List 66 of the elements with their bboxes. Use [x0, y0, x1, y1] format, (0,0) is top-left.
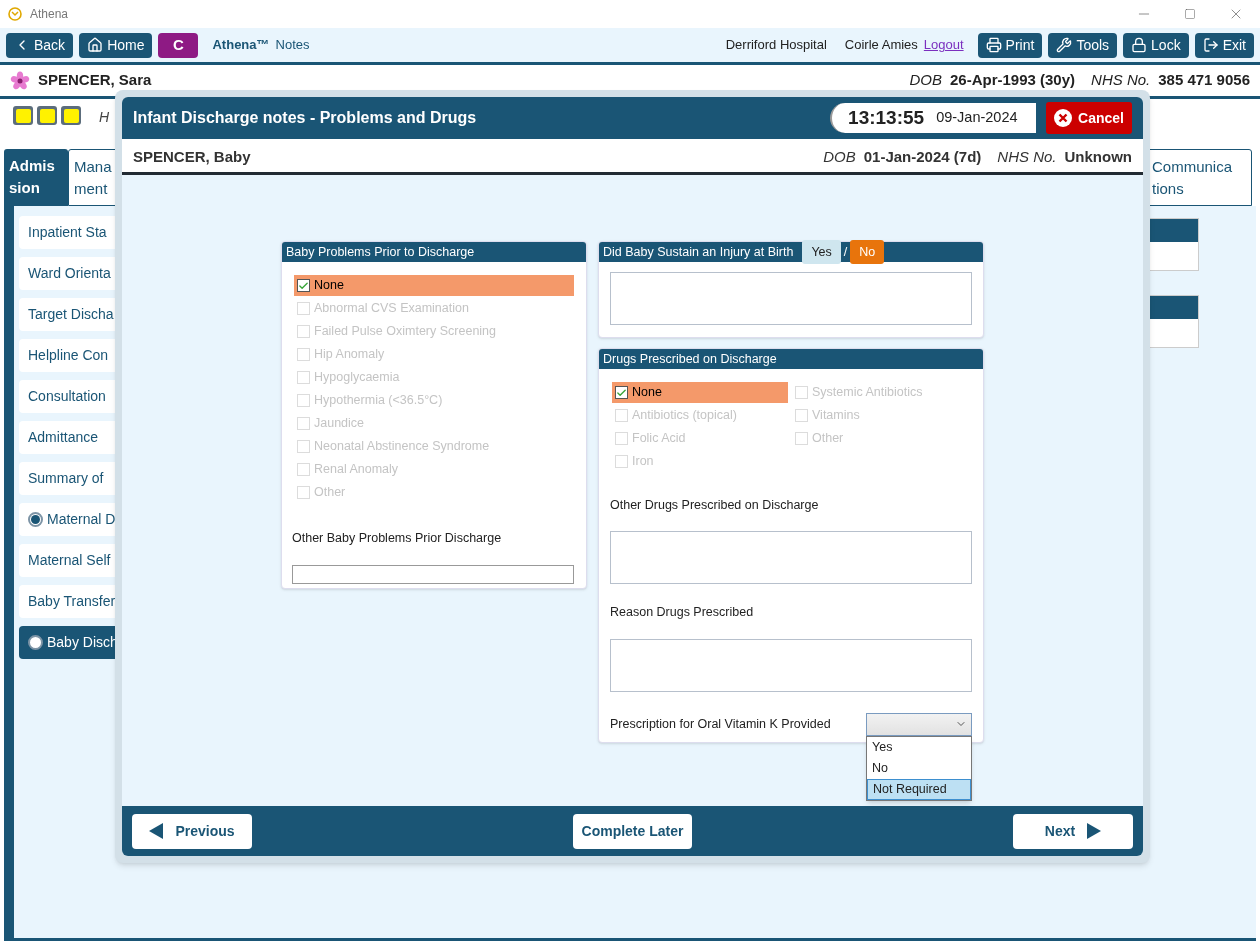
- complete-later-button[interactable]: Complete Later: [572, 813, 693, 849]
- radio-button[interactable]: [28, 635, 43, 650]
- time-text: 13:13:55: [848, 105, 925, 130]
- lock-icon: [1131, 37, 1148, 53]
- nhs-label: NHS No.: [1091, 70, 1151, 91]
- toolbar-button[interactable]: Print: [977, 32, 1043, 58]
- checkbox[interactable]: [297, 279, 310, 292]
- toolbar-button[interactable]: Lock: [1123, 32, 1189, 58]
- dropdown-option[interactable]: Not Required: [867, 778, 971, 800]
- app-name: Athena™: [212, 36, 270, 55]
- baby-name: SPENCER, Baby: [133, 146, 251, 167]
- close-icon: [1054, 109, 1073, 127]
- previous-button[interactable]: Previous: [132, 813, 252, 849]
- hospital-name: Derriford Hospital: [725, 36, 827, 55]
- toolbar-button[interactable]: Exit: [1194, 32, 1254, 58]
- toolbar-button[interactable]: Tools: [1048, 32, 1118, 58]
- wrench-icon: [1056, 37, 1073, 53]
- patient-name: SPENCER, Sara: [38, 70, 152, 91]
- field-label: Reason Drugs Prescribed: [610, 603, 755, 621]
- toolbar-button[interactable]: Home: [79, 32, 153, 58]
- nhs-label: NHS No.: [997, 146, 1057, 167]
- panel-header: Did Baby Sustain an Injury at Birth: [603, 243, 794, 261]
- dob-label: DOB: [909, 70, 942, 91]
- tab[interactable]: Admis sion: [4, 149, 68, 206]
- next-button[interactable]: Next: [1013, 813, 1133, 849]
- logout-link[interactable]: Logout: [923, 35, 964, 55]
- radio-button[interactable]: [28, 512, 43, 527]
- dob-value: 01-Jan-2024 (7d): [863, 146, 982, 167]
- toggle-button[interactable]: Yes: [802, 240, 841, 264]
- dropdown[interactable]: [866, 712, 972, 736]
- window-title: Athena: [30, 6, 69, 23]
- dialog-title: Infant Discharge notes - Problems and Drugs: [133, 108, 477, 128]
- dob-value: 26-Apr-1993 (30y): [950, 70, 1076, 91]
- nhs-value: 385 471 9056: [1158, 70, 1250, 91]
- checkbox[interactable]: [615, 386, 628, 399]
- app-logo-icon: [8, 7, 22, 21]
- text-area[interactable]: [610, 638, 972, 692]
- exit-icon: [1202, 37, 1219, 53]
- input-field[interactable]: [292, 564, 574, 584]
- maximize-icon[interactable]: [1184, 8, 1196, 20]
- separator-text: /: [843, 243, 848, 261]
- cancel-button[interactable]: Cancel: [1046, 102, 1132, 134]
- field-label: Other Drugs Prescribed on Discharge: [610, 497, 820, 514]
- printer-icon: [985, 37, 1002, 53]
- dropdown-option[interactable]: Yes: [867, 736, 971, 758]
- home-icon: [87, 37, 104, 53]
- nhs-value: Unknown: [1064, 146, 1132, 167]
- text-area[interactable]: [610, 530, 972, 584]
- toolbar-button[interactable]: Back: [6, 32, 74, 58]
- flower-icon: [10, 70, 30, 91]
- checkbox-option[interactable]: None: [612, 382, 788, 403]
- field-label: Other Baby Problems Prior Discharge: [292, 530, 503, 547]
- panel-header: Baby Problems Prior to Discharge: [282, 242, 586, 262]
- right-arrow-icon: [1087, 823, 1102, 839]
- text-area[interactable]: [610, 272, 972, 325]
- left-arrow-icon: [149, 823, 164, 839]
- app-badge: C: [158, 32, 199, 58]
- panel-header: Drugs Prescribed on Discharge: [599, 349, 983, 369]
- checkbox-option[interactable]: None: [294, 275, 574, 296]
- user-name: Coirle Amies: [844, 36, 918, 55]
- dob-label: DOB: [823, 146, 856, 167]
- field-label: Prescription for Oral Vitamin K Provided: [610, 715, 831, 733]
- date-text: 09-Jan-2024: [936, 108, 1018, 128]
- dropdown-option[interactable]: No: [867, 757, 971, 779]
- info-text: H: [99, 108, 110, 127]
- app-subtitle: Notes: [275, 36, 310, 55]
